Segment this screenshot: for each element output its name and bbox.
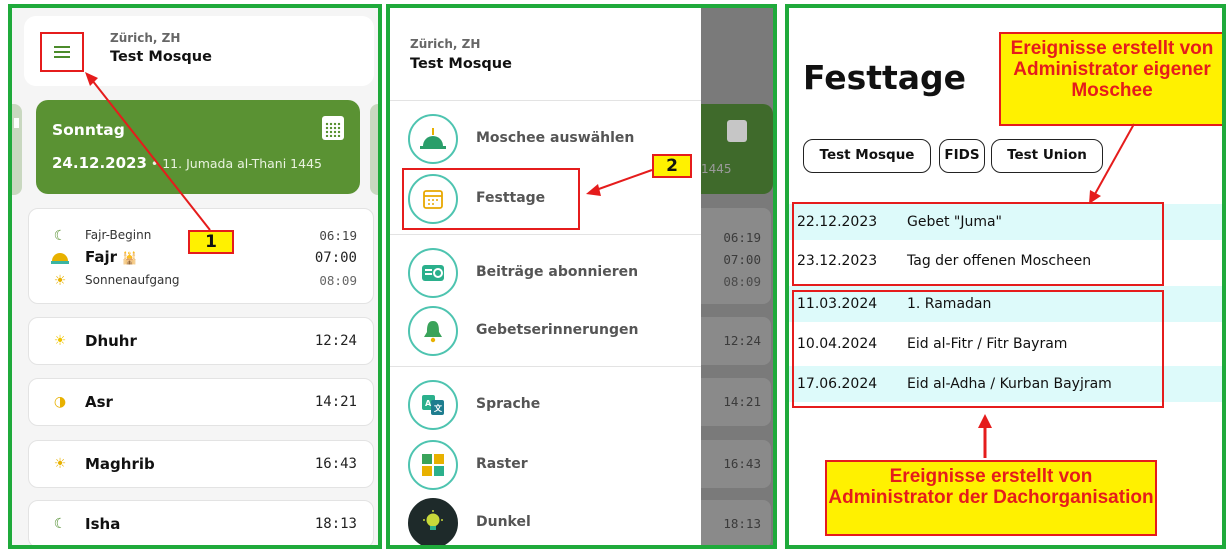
annotation-arrows	[978, 123, 1135, 458]
drawer-menu-panel: 1445 06:19 07:00 08:09 12:24 14:21 16:43…	[386, 4, 777, 549]
festtage-panel: Festtage Test Mosque FIDS Test Union 22.…	[785, 4, 1226, 549]
step-1-arrow	[85, 72, 211, 231]
step-2-arrow	[586, 169, 653, 196]
home-screen-panel: Zürich, ZH Test Mosque Sonntag 24.12.202…	[8, 4, 382, 549]
